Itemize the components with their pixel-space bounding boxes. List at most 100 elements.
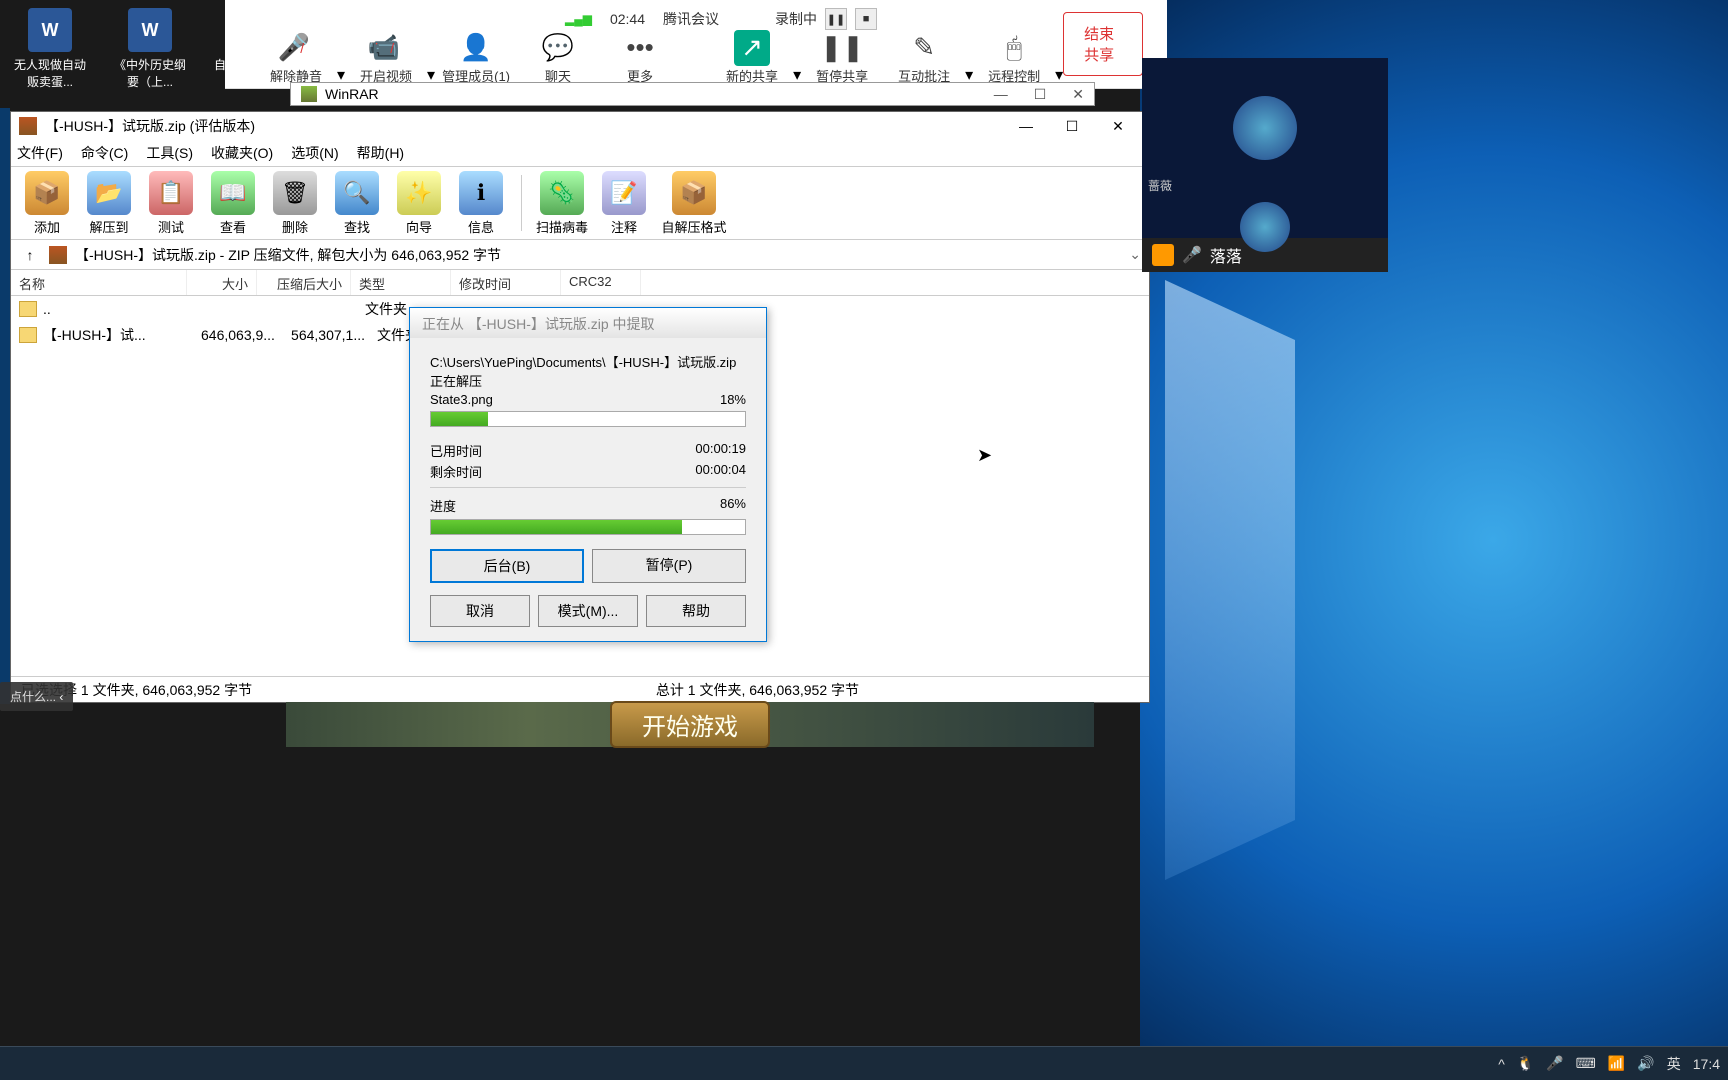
- speaker-icon: [1152, 244, 1174, 266]
- maximize-button[interactable]: ☐: [1034, 86, 1047, 103]
- info-button[interactable]: ℹ信息: [453, 171, 509, 236]
- tray-time[interactable]: 17:4: [1693, 1056, 1720, 1072]
- test-button[interactable]: 📋测试: [143, 171, 199, 236]
- progress-percent: 86%: [720, 496, 746, 515]
- maximize-button[interactable]: ☐: [1049, 112, 1095, 140]
- tray-mic-icon[interactable]: 🎤: [1546, 1055, 1563, 1072]
- winrar-behind-title: WinRAR: [325, 86, 379, 102]
- icon-label: 《中外历史纲要（上...: [114, 56, 186, 90]
- file-progress-fill: [431, 412, 488, 426]
- find-button[interactable]: 🔍查找: [329, 171, 385, 236]
- extract-icon: 📂: [87, 171, 131, 215]
- add-button[interactable]: 📦添加: [19, 171, 75, 236]
- close-button[interactable]: ✕: [1095, 112, 1141, 140]
- winrar-titlebar[interactable]: 【-HUSH-】试玩版.zip (评估版本) — ☐ ✕: [11, 112, 1149, 140]
- file-progress-bar: [430, 411, 746, 427]
- stop-recording-button[interactable]: ■: [855, 8, 877, 30]
- start-video-button[interactable]: 📹/ 开启视频: [345, 30, 427, 85]
- menu-tools[interactable]: 工具(S): [146, 143, 193, 163]
- remaining-time: 00:00:04: [695, 462, 746, 481]
- delete-icon: 🗑: [273, 171, 317, 215]
- tray-ime[interactable]: 英: [1667, 1054, 1681, 1074]
- more-button[interactable]: ••• 更多: [599, 30, 681, 85]
- menu-file[interactable]: 文件(F): [17, 143, 63, 163]
- start-game-button[interactable]: 开始游戏: [610, 701, 770, 748]
- close-button[interactable]: ✕: [1072, 86, 1084, 103]
- menu-help[interactable]: 帮助(H): [357, 143, 404, 163]
- comment-button[interactable]: 📝注释: [596, 171, 652, 236]
- minimize-button[interactable]: —: [1003, 112, 1049, 140]
- extract-status: 正在解压: [430, 371, 746, 390]
- dialog-title[interactable]: 正在从 【-HUSH-】试玩版.zip 中提取: [410, 308, 766, 338]
- windows-taskbar[interactable]: ^ 🐧 🎤 ⌨ 📶 🔊 英 17:4: [0, 1046, 1728, 1080]
- col-modified[interactable]: 修改时间: [451, 270, 561, 295]
- meeting-status: ▂▄▆ 02:44 腾讯会议 录制中 ❚❚ ■: [565, 8, 877, 30]
- tray-keyboard-icon[interactable]: ⌨: [1576, 1055, 1596, 1072]
- col-crc[interactable]: CRC32: [561, 270, 641, 295]
- menubar: 文件(F) 命令(C) 工具(S) 收藏夹(O) 选项(N) 帮助(H): [11, 140, 1149, 166]
- remaining-label: 剩余时间: [430, 462, 482, 481]
- avatar: [1240, 202, 1290, 252]
- unmute-button[interactable]: 🎤/ 解除静音: [255, 30, 337, 85]
- new-share-button[interactable]: ↗ 新的共享: [711, 30, 793, 85]
- address-dropdown[interactable]: ⌄: [1129, 246, 1141, 263]
- scan-button[interactable]: 🦠扫描病毒: [534, 171, 590, 236]
- col-size[interactable]: 大小: [187, 270, 257, 295]
- members-icon: 👤: [435, 30, 517, 66]
- column-headers: 名称 大小 压缩后大小 类型 修改时间 CRC32: [11, 270, 1149, 296]
- signal-icon: ▂▄▆: [565, 12, 592, 26]
- menu-favorites[interactable]: 收藏夹(O): [211, 143, 273, 163]
- sfx-button[interactable]: 📦自解压格式: [658, 171, 730, 236]
- desktop-light-ray: [1165, 280, 1295, 880]
- desktop-icon-word1[interactable]: W 无人现做自动贩卖蛋...: [14, 8, 86, 90]
- mic-muted-icon: 🎤/: [255, 30, 337, 66]
- col-name[interactable]: 名称: [11, 270, 187, 295]
- dialog-buttons-row2: 取消 模式(M)... 帮助: [430, 595, 746, 627]
- menu-options[interactable]: 选项(N): [291, 143, 338, 163]
- participant-tile[interactable]: 蔷薇: [1142, 58, 1388, 198]
- background-button[interactable]: 后台(B): [430, 549, 584, 583]
- delete-button[interactable]: 🗑删除: [267, 171, 323, 236]
- col-unpacked[interactable]: 压缩后大小: [257, 270, 351, 295]
- pause-share-button[interactable]: ❚❚ 暂停共享: [801, 30, 883, 85]
- wizard-button[interactable]: ✨向导: [391, 171, 447, 236]
- folder-icon: [19, 327, 37, 343]
- find-icon: 🔍: [335, 171, 379, 215]
- cancel-button[interactable]: 取消: [430, 595, 530, 627]
- annotate-button[interactable]: ✎ 互动批注: [883, 30, 965, 85]
- pause-button[interactable]: 暂停(P): [592, 549, 746, 583]
- remote-control-button[interactable]: 🖱 远程控制: [973, 30, 1055, 85]
- video-off-icon: 📹/: [345, 30, 427, 66]
- mode-button[interactable]: 模式(M)...: [538, 595, 638, 627]
- wizard-icon: ✨: [397, 171, 441, 215]
- end-share-button[interactable]: 结束共享: [1063, 12, 1143, 76]
- mouse-cursor: ➤: [977, 445, 992, 466]
- current-file: State3.png: [430, 392, 493, 407]
- participant-name: 蔷薇: [1148, 177, 1172, 194]
- view-button[interactable]: 📖查看: [205, 171, 261, 236]
- winrar-app-icon: [19, 117, 37, 135]
- help-button[interactable]: 帮助: [646, 595, 746, 627]
- up-button[interactable]: ↑: [19, 247, 41, 263]
- address-text: 【-HUSH-】试玩版.zip - ZIP 压缩文件, 解包大小为 646,06…: [75, 245, 501, 265]
- winrar-window-background[interactable]: WinRAR — ☐ ✕: [290, 82, 1095, 106]
- share-screen-icon: ↗: [734, 30, 770, 66]
- participants-panel: 蔷薇 🎤 落落: [1142, 58, 1388, 272]
- minimize-button[interactable]: —: [994, 86, 1008, 103]
- tray-qq-icon[interactable]: 🐧: [1517, 1055, 1534, 1072]
- menu-command[interactable]: 命令(C): [81, 143, 128, 163]
- manage-members-button[interactable]: 👤 管理成员(1): [435, 30, 517, 85]
- archive-icon: [49, 246, 67, 264]
- pause-recording-button[interactable]: ❚❚: [825, 8, 847, 30]
- elapsed-time: 00:00:19: [695, 441, 746, 460]
- participant-tile-partial[interactable]: [1142, 198, 1388, 238]
- tray-wifi-icon[interactable]: 📶: [1608, 1055, 1625, 1072]
- desktop-icon-word2[interactable]: W 《中外历史纲要（上...: [114, 8, 186, 90]
- window-controls: — ☐ ✕: [1003, 112, 1141, 140]
- chat-button[interactable]: 💬 聊天: [517, 30, 599, 85]
- extract-button[interactable]: 📂解压到: [81, 171, 137, 236]
- elapsed-label: 已用时间: [430, 441, 482, 460]
- tray-volume-icon[interactable]: 🔊: [1637, 1055, 1654, 1072]
- col-type[interactable]: 类型: [351, 270, 451, 295]
- tray-up-icon[interactable]: ^: [1498, 1056, 1505, 1072]
